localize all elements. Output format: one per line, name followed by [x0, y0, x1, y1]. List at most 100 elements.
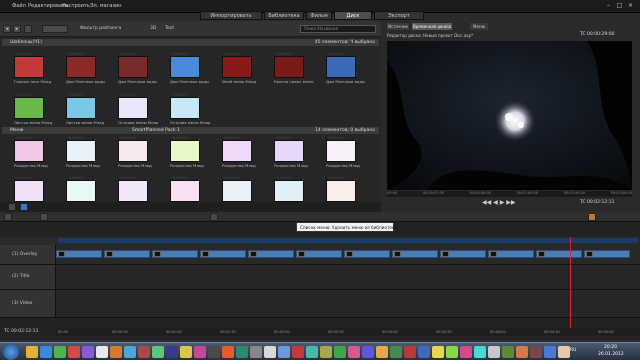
folder-icon[interactable]: [24, 25, 32, 33]
taskbar-app-icon[interactable]: [68, 346, 80, 358]
rewind-icon[interactable]: ◀◀: [482, 199, 491, 206]
track-header[interactable]: (2) Title: [0, 265, 56, 289]
template-thumbnail[interactable]: [274, 56, 304, 78]
rating-stars[interactable]: ☆☆☆☆☆: [172, 51, 188, 56]
taskbar-app-icon[interactable]: [446, 346, 458, 358]
view-3d-toggle[interactable]: 3D: [150, 26, 156, 31]
rating-stars[interactable]: ☆☆☆☆☆: [224, 175, 240, 180]
start-button[interactable]: [3, 344, 19, 360]
magnet-icon[interactable]: [588, 213, 596, 221]
timeline-ruler[interactable]: 00:00 00:00:30 00:01:00 00:01:30 00:02:00 00:…: [56, 328, 640, 336]
taskbar-app-icon[interactable]: [278, 346, 290, 358]
taskbar-app-icon[interactable]: [250, 346, 262, 358]
rating-stars[interactable]: ☆☆☆☆☆: [328, 175, 344, 180]
taskbar-app-icon[interactable]: [460, 346, 472, 358]
section-header-menus[interactable]: Меню SmartPlanned Pack 1 14 элементов; 0…: [2, 127, 379, 134]
tab-movie[interactable]: Фильм: [306, 11, 332, 20]
rating-stars[interactable]: ☆☆☆☆☆: [172, 175, 188, 180]
taskbar-app-icon[interactable]: [264, 346, 276, 358]
template-thumbnail[interactable]: [274, 180, 304, 202]
cut-icon[interactable]: [40, 213, 48, 221]
rating-stars[interactable]: ☆☆☆☆☆: [68, 51, 84, 56]
template-thumbnail[interactable]: [66, 180, 96, 202]
taskbar-app-icon[interactable]: [166, 346, 178, 358]
section-header-templates[interactable]: Шаблоны(Ч1) 45 элементов; Ч выбрано: [2, 39, 379, 46]
template-thumbnail[interactable]: [14, 97, 44, 119]
template-thumbnail[interactable]: [14, 140, 44, 162]
navigator-strip[interactable]: [58, 238, 638, 243]
taskbar-app-icon[interactable]: [236, 346, 248, 358]
taskbar-app-icon[interactable]: [208, 346, 220, 358]
taskbar-app-icon[interactable]: [292, 346, 304, 358]
rating-stars[interactable]: ☆☆☆☆☆: [120, 51, 136, 56]
rating-stars[interactable]: ☆☆☆☆☆: [120, 135, 136, 140]
tab-timeline[interactable]: Временная шкала: [412, 23, 452, 30]
tab-library[interactable]: Библиотека: [264, 11, 304, 20]
template-thumbnail[interactable]: [118, 56, 148, 78]
tab-disc[interactable]: Диск: [334, 11, 372, 20]
taskbar-app-icon[interactable]: [530, 346, 542, 358]
menu-file[interactable]: Файл: [12, 3, 26, 9]
rating-stars[interactable]: ☆☆☆☆☆: [120, 92, 136, 97]
taskbar-app-icon[interactable]: [82, 346, 94, 358]
taskbar-app-icon[interactable]: [362, 346, 374, 358]
template-thumbnail[interactable]: [66, 97, 96, 119]
taskbar-app-icon[interactable]: [180, 346, 192, 358]
rating-stars[interactable]: ☆☆☆☆☆: [16, 175, 32, 180]
location-dropdown[interactable]: [42, 25, 68, 33]
taskbar-app-icon[interactable]: [96, 346, 108, 358]
playhead[interactable]: [570, 237, 571, 329]
rating-stars[interactable]: ☆☆☆☆☆: [172, 135, 188, 140]
template-thumbnail[interactable]: [326, 140, 356, 162]
tab-source[interactable]: Источник: [387, 23, 409, 30]
template-thumbnail[interactable]: [326, 56, 356, 78]
taskbar-app-icon[interactable]: [544, 346, 556, 358]
taskbar-app-icon[interactable]: [26, 346, 38, 358]
tab-menu[interactable]: Меню: [470, 23, 488, 30]
rating-stars[interactable]: ☆☆☆☆☆: [224, 135, 240, 140]
step-back-icon[interactable]: ◀: [493, 199, 498, 206]
tab-import[interactable]: Импортировать: [200, 11, 262, 20]
rating-stars[interactable]: ☆☆☆☆☆: [68, 175, 84, 180]
clock-date[interactable]: 26.01.2012: [598, 352, 624, 357]
taskbar-app-icon[interactable]: [404, 346, 416, 358]
taskbar-app-icon[interactable]: [124, 346, 136, 358]
menu-store[interactable]: Эл. магазин: [90, 3, 122, 9]
taskbar-app-icon[interactable]: [502, 346, 514, 358]
minimize-icon[interactable]: –: [604, 2, 613, 10]
template-thumbnail[interactable]: [222, 180, 252, 202]
search-input[interactable]: Поиск:Названия: [300, 25, 376, 33]
rating-stars[interactable]: ☆☆☆☆☆: [68, 135, 84, 140]
taskbar-app-icon[interactable]: [222, 346, 234, 358]
clock-time[interactable]: 20:20: [604, 345, 617, 350]
template-thumbnail[interactable]: [170, 140, 200, 162]
template-thumbnail[interactable]: [118, 140, 148, 162]
rating-stars[interactable]: ☆☆☆☆☆: [68, 92, 84, 97]
play-icon[interactable]: ▶: [500, 199, 505, 206]
maximize-icon[interactable]: □: [615, 2, 624, 10]
grid-view-icon[interactable]: [8, 203, 16, 211]
taskbar-app-icon[interactable]: [320, 346, 332, 358]
list-view-icon[interactable]: [20, 203, 28, 211]
rating-stars[interactable]: ☆☆☆☆☆: [328, 135, 344, 140]
rating-stars[interactable]: ☆☆☆☆☆: [172, 92, 188, 97]
taskbar-app-icon[interactable]: [40, 346, 52, 358]
taskbar-app-icon[interactable]: [418, 346, 430, 358]
rating-stars[interactable]: ☆☆☆☆☆: [276, 51, 292, 56]
template-thumbnail[interactable]: [326, 180, 356, 202]
template-thumbnail[interactable]: [14, 56, 44, 78]
taskbar-app-icon[interactable]: [306, 346, 318, 358]
template-thumbnail[interactable]: [274, 140, 304, 162]
rating-stars[interactable]: ☆☆☆☆☆: [16, 135, 32, 140]
taskbar-app-icon[interactable]: [152, 346, 164, 358]
template-thumbnail[interactable]: [170, 97, 200, 119]
taskbar-app-icon[interactable]: [432, 346, 444, 358]
lang-indicator[interactable]: RU: [570, 348, 576, 353]
template-thumbnail[interactable]: [222, 140, 252, 162]
track-header[interactable]: (1) Overlay: [0, 245, 56, 264]
template-thumbnail[interactable]: [118, 180, 148, 202]
video-preview[interactable]: [387, 41, 632, 190]
taskbar-app-icon[interactable]: [558, 346, 570, 358]
template-thumbnail[interactable]: [118, 97, 148, 119]
taskbar-app-icon[interactable]: [334, 346, 346, 358]
